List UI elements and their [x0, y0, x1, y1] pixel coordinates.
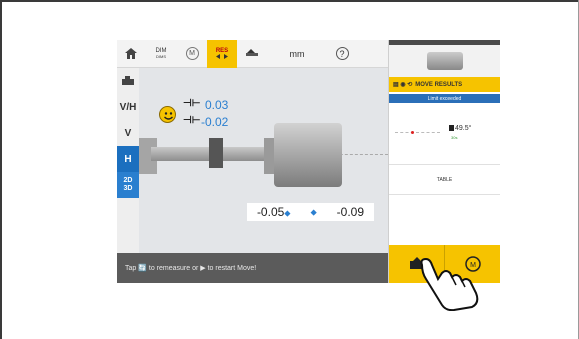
foot-arrow: ⬥: [310, 206, 317, 217]
sensor-angle-value: 49.5°: [455, 125, 472, 132]
view-mode-2d3d[interactable]: 2D 3D: [117, 172, 139, 198]
unit-label: mm: [289, 48, 305, 59]
move-results-icons: ▤ ◉ ⟲: [393, 82, 413, 88]
right-panel: ▤ ◉ ⟲ MOVE RESULTS Limit exceeded 49.5° …: [388, 40, 500, 283]
frame-left-border: [0, 0, 2, 339]
table-label: TABLE: [436, 176, 453, 183]
view-mode-vh-label: V/H: [119, 101, 137, 113]
unit-selector[interactable]: mm: [267, 40, 327, 68]
results-icon: [216, 54, 228, 59]
limit-banner: Limit exceeded: [389, 94, 500, 103]
view-mode-v-label: V: [124, 127, 132, 139]
top-toolbar: DIM DIMS M RES mm ?: [117, 40, 388, 68]
left-foot-value: -0.05⬥: [256, 205, 291, 219]
measure-button[interactable]: M: [177, 40, 207, 68]
move-results-button[interactable]: ▤ ◉ ⟲ MOVE RESULTS: [389, 77, 500, 92]
offset-value: -0.02: [201, 115, 229, 129]
offset-icon: ⊣⊢: [183, 115, 201, 126]
dimensions-button[interactable]: DIM DIMS: [145, 40, 177, 68]
view-mode-column: V/H V H 2D 3D: [117, 68, 139, 253]
table-button[interactable]: TABLE: [389, 165, 500, 195]
help-button[interactable]: ?: [327, 40, 357, 68]
tablet-screen: DIM DIMS M RES mm ? V/H V H 2D 3D ⊣⊢ 0.0…: [117, 40, 500, 283]
limit-label: Limit exceeded: [427, 95, 462, 102]
machine-icon: [122, 76, 134, 85]
status-bar: Tap 🔄 to remeasure or ▶ to restart Move!: [117, 253, 388, 283]
tolerance-plot: 49.5° 30s: [389, 103, 500, 165]
status-text: Tap 🔄 to remeasure or ▶ to restart Move!: [125, 265, 257, 272]
document-frame: DIM DIMS M RES mm ? V/H V H 2D 3D ⊣⊢ 0.0…: [0, 0, 579, 339]
pointing-hand-icon: [418, 255, 490, 316]
plot-axis: [395, 132, 440, 133]
sensor-angle-sub: 30s: [451, 135, 458, 140]
alignment-view: ⊣⊢ 0.03 ⊣⊢ -0.02 -0.05⬥ ⬥ -0.09: [139, 68, 388, 253]
measure-icon: M: [185, 47, 199, 60]
result-point: [411, 131, 414, 134]
move-button[interactable]: [237, 40, 267, 68]
view-mode-2d3d-label: 2D 3D: [123, 177, 133, 192]
coupling: [209, 138, 223, 168]
view-mode-h[interactable]: H: [117, 146, 139, 172]
move-icon: [246, 48, 258, 56]
dimensions-sub-label: DIMS: [156, 54, 166, 59]
machine-thumbnail[interactable]: [389, 45, 500, 77]
sensor-angle-icon: [449, 125, 454, 131]
movable-machine[interactable]: [274, 123, 342, 187]
results-button[interactable]: RES: [207, 40, 237, 68]
view-mode-h-label: H: [124, 153, 132, 165]
view-mode-v[interactable]: V: [117, 120, 139, 146]
foot-results-box: -0.05⬥ ⬥ -0.09: [247, 203, 374, 221]
machine-view-button[interactable]: [117, 68, 139, 94]
gap-value: 0.03: [205, 98, 229, 112]
machine-thumbnail-image: [426, 52, 463, 70]
move-results-label: MOVE RESULTS: [415, 81, 463, 88]
home-icon: [125, 48, 137, 59]
smiley-icon: [159, 106, 176, 123]
help-label: ?: [339, 48, 345, 59]
measure-label: M: [189, 50, 195, 57]
home-button[interactable]: [117, 40, 145, 68]
right-foot-value: -0.09: [336, 205, 365, 219]
frame-top-border: [0, 0, 579, 2]
view-mode-vh[interactable]: V/H: [117, 94, 139, 120]
gap-icon: ⊣⊢: [183, 98, 201, 109]
help-icon: ?: [335, 47, 349, 60]
